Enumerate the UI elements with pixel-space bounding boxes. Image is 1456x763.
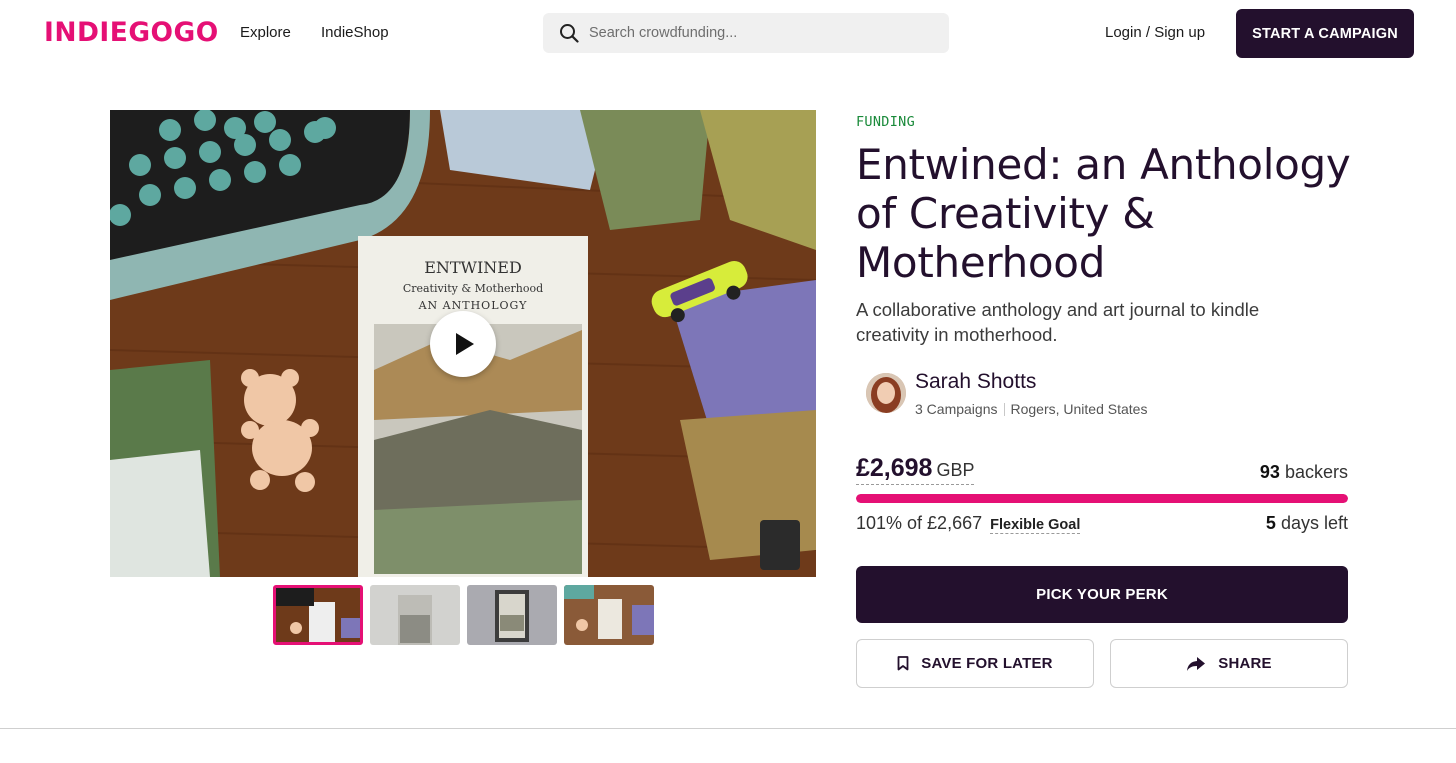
owner-campaigns-count[interactable]: 3 Campaigns [915, 401, 998, 417]
amount-raised-value: £2,698 [856, 454, 933, 482]
thumbnail-1[interactable] [273, 585, 363, 645]
backers-count: 93 backers [1260, 462, 1348, 483]
owner-meta: 3 Campaigns Rogers, United States [915, 401, 1147, 417]
thumbnail-3[interactable] [467, 585, 557, 645]
owner-avatar[interactable] [866, 373, 906, 413]
campaign-tagline: A collaborative anthology and art journa… [856, 299, 1260, 345]
goal-info: 101% of £2,667 Flexible Goal [856, 513, 1081, 534]
owner-location: Rogers, United States [1010, 401, 1148, 417]
play-icon [456, 333, 474, 355]
play-button[interactable] [430, 311, 496, 377]
nav-indieshop[interactable]: IndieShop [321, 24, 389, 41]
campaign-status-label: FUNDING [856, 114, 915, 130]
days-left-number: 5 [1265, 513, 1276, 533]
book-cover-title: ENTWINED [424, 258, 522, 277]
avatar-image [866, 373, 906, 413]
days-left-label: days left [1280, 513, 1348, 533]
campaign-video[interactable]: ENTWINED Creativity & Motherhood AN ANTH… [110, 110, 816, 577]
site-header: INDIEGOGO Explore IndieShop Login / Sign… [0, 0, 1456, 66]
backers-label: backers [1284, 462, 1348, 482]
book-cover-subtitle: Creativity & Motherhood [403, 282, 543, 295]
section-divider [0, 728, 1456, 729]
meta-divider [1003, 403, 1005, 416]
save-for-later-button[interactable]: SAVE FOR LATER [856, 639, 1094, 688]
thumbnail-image [276, 588, 360, 642]
bookmark-icon [897, 656, 909, 671]
backers-number: 93 [1259, 462, 1280, 482]
thumbnail-2[interactable] [370, 585, 460, 645]
thumbnail-image [564, 585, 654, 645]
thumbnail-4[interactable] [564, 585, 654, 645]
thumbnail-image [370, 585, 460, 645]
amount-currency: GBP [936, 460, 975, 480]
login-signup-link[interactable]: Login / Sign up [1105, 24, 1205, 41]
share-arrow-icon [1187, 656, 1206, 671]
start-campaign-button[interactable]: START A CAMPAIGN [1236, 9, 1414, 58]
days-left: 5 days left [1266, 513, 1348, 534]
search-icon [560, 24, 579, 43]
amount-raised[interactable]: £2,698 GBP [856, 454, 975, 485]
search-bar[interactable] [543, 13, 949, 53]
thumbnail-image [467, 585, 557, 645]
owner-name[interactable]: Sarah Shotts [915, 370, 1036, 394]
indiegogo-logo[interactable]: INDIEGOGO [44, 17, 219, 48]
funding-progress-bar [856, 494, 1348, 503]
save-for-later-label: SAVE FOR LATER [921, 655, 1053, 672]
campaign-title: Entwined: an Anthology of Creativity & M… [856, 140, 1351, 287]
search-input[interactable] [589, 13, 929, 53]
share-label: SHARE [1218, 655, 1272, 672]
share-button[interactable]: SHARE [1110, 639, 1348, 688]
pick-your-perk-button[interactable]: PICK YOUR PERK [856, 566, 1348, 623]
book-cover-line3: AN ANTHOLOGY [418, 299, 528, 312]
flexible-goal-tooltip[interactable]: Flexible Goal [990, 517, 1081, 534]
funding-progress-fill [856, 494, 1348, 503]
goal-percent-text: 101% of £2,667 [856, 513, 983, 533]
nav-explore[interactable]: Explore [240, 24, 291, 41]
